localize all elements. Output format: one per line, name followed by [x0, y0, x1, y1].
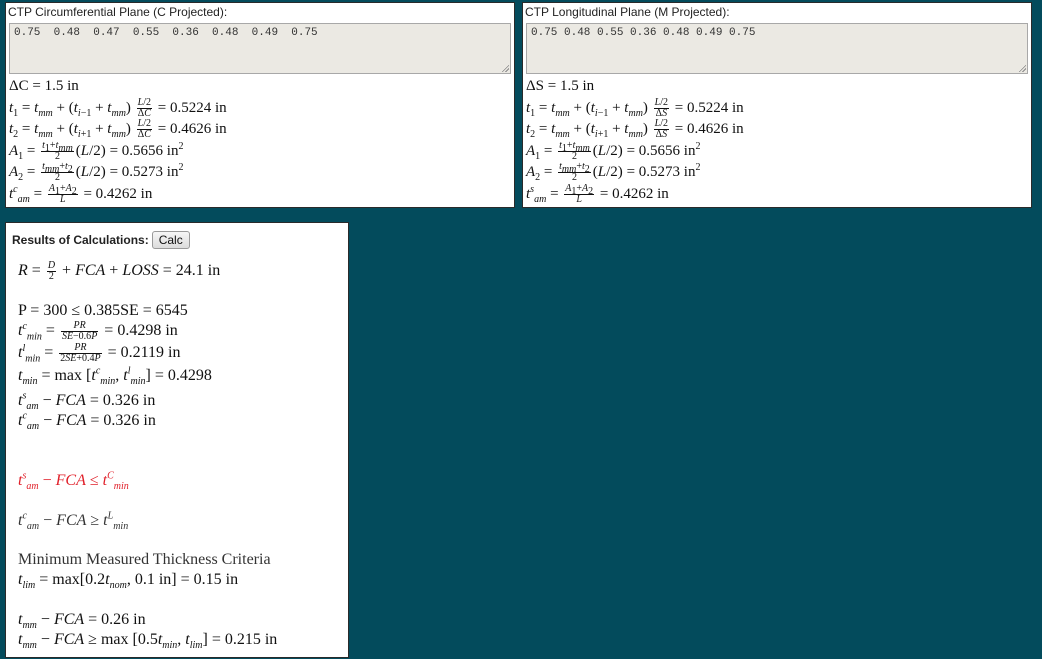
A2-equation: A2 = tmm+t2 2 (L/2) = 0.5273 in2: [9, 161, 184, 184]
tam-value: = 0.4262 in: [83, 185, 153, 202]
t1-value: = 0.5224 in: [674, 99, 744, 116]
P-value: P = 300 ≤ 0.385SE = 6545: [18, 302, 188, 319]
tamc-fca-value: = 0.326 in: [90, 412, 156, 429]
delta-c-text: ΔC = 1.5 in: [9, 78, 79, 94]
t2-value: = 0.4626 in: [157, 121, 227, 137]
tmin-value: = 0.4298: [154, 367, 212, 384]
circumferential-check: tcam − FCA ≥ tLmin: [18, 510, 129, 533]
tmin-c-value: = 0.4298 in: [104, 322, 178, 340]
tamc-fca-equation: tcam − FCA = 0.326 in: [18, 410, 156, 433]
tmin-l-value: = 0.2119 in: [107, 344, 181, 362]
criteria-title: Minimum Measured Thickness Criteria: [18, 551, 271, 568]
circumferential-values-textarea[interactable]: 0.75 0.48 0.47 0.55 0.36 0.48 0.49 0.75: [9, 23, 511, 74]
A2-equation: A2 = tmm+t2 2 (L/2) = 0.5273 in2: [526, 161, 701, 184]
delta-s-text: ΔS = 1.5 in: [526, 78, 595, 94]
tlim-value: = 0.15 in: [180, 571, 239, 588]
tmm-criteria-value: = 0.215 in: [211, 631, 278, 648]
tam-equation: tcam = A1+A2 L = 0.4262 in: [9, 182, 153, 205]
tmm-fca-value: = 0.26 in: [88, 611, 146, 628]
tams-fca-value: = 0.326 in: [89, 392, 156, 409]
delta-s-line: ΔS = 1.5 in: [526, 76, 1028, 98]
resize-grip-icon[interactable]: [501, 64, 509, 72]
t2-equation: t2 = tmm + (ti+1 + tmm) L/2 ΔC = 0.4626 i…: [9, 118, 227, 141]
delta-c-line: ΔC = 1.5 in: [9, 76, 511, 98]
results-heading: Results of Calculations:: [12, 233, 149, 247]
circumferential-label: CTP Circumferential Plane (C Projected):: [8, 5, 228, 19]
circumferential-equations: ΔC = 1.5 in t1 = tmm + (ti−1 + tmm) L/2 Δ…: [6, 74, 514, 205]
P-equation: P = 300 ≤ 0.385SE = 6545: [18, 301, 188, 321]
tmm-criteria-equation: tmm − FCA ≥ max [0.5tmin, tlim] = 0.215 …: [18, 631, 278, 652]
tmin-c-equation: tcmin = PR SE−0.6P = 0.4298 in: [18, 320, 178, 343]
A1-value: = 0.5656 in: [109, 142, 179, 159]
tams-fca-equation: tsam − FCA = 0.326 in: [18, 390, 156, 413]
longitudinal-values: 0.75 0.48 0.55 0.36 0.48 0.49 0.75: [531, 27, 756, 39]
A1-value: = 0.5656 in: [626, 142, 696, 159]
A1-equation: A1 = t1+tmm 2 (L/2) = 0.5656 in2: [9, 139, 184, 162]
tam-value: = 0.4262 in: [599, 185, 669, 202]
A2-value: = 0.5273 in: [626, 164, 696, 180]
t2-value: = 0.4626 in: [674, 121, 744, 137]
tam-equation: tsam = A1+A2 L = 0.4262 in: [526, 182, 669, 205]
tmm-fca-equation: tmm − FCA = 0.26 in: [18, 611, 146, 632]
resize-grip-icon[interactable]: [1018, 64, 1026, 72]
t2-equation: t2 = tmm + (ti+1 + tmm) L/2 ΔS = 0.4626 i…: [526, 118, 744, 141]
tmin-l-equation: tlmin = PR 2SE+0.4P = 0.2119 in: [18, 342, 181, 365]
longitudinal-values-textarea[interactable]: 0.75 0.48 0.55 0.36 0.48 0.49 0.75: [526, 23, 1028, 74]
tmin-equation: tmin = max [tcmin, tlmin] = 0.4298: [18, 365, 212, 388]
longitudinal-equations: ΔS = 1.5 in t1 = tmm + (ti−1 + tmm) L/2 Δ…: [523, 74, 1031, 205]
t1-equation: t1 = tmm + (ti−1 + tmm) L/2 ΔS = 0.5224 i…: [526, 96, 744, 119]
R-equation: R = D2 + FCA + LOSS = 24.1 in: [18, 260, 221, 282]
t1-value: = 0.5224 in: [157, 99, 227, 116]
longitudinal-check-failed: tsam − FCA ≤ tCmin: [18, 470, 129, 493]
A2-value: = 0.5273 in: [109, 164, 179, 180]
results-header: Results of Calculations: Calc: [6, 223, 348, 251]
longitudinal-panel: CTP Longitudinal Plane (M Projected): 0.…: [522, 2, 1032, 208]
results-panel: Results of Calculations: Calc R = D2 + F…: [5, 222, 349, 658]
t1-equation: t1 = tmm + (ti−1 + tmm) L/2 ΔC = 0.5224 i…: [9, 96, 227, 119]
A1-equation: A1 = t1+tmm 2 (L/2) = 0.5656 in2: [526, 139, 701, 162]
tlim-equation: tlim = max[0.2tnom, 0.1 in] = 0.15 in: [18, 571, 239, 592]
circumferential-values: 0.75 0.48 0.47 0.55 0.36 0.48 0.49 0.75: [14, 27, 318, 39]
calc-button[interactable]: Calc: [151, 231, 190, 249]
longitudinal-label: CTP Longitudinal Plane (M Projected):: [525, 5, 730, 19]
circumferential-panel: CTP Circumferential Plane (C Projected):…: [5, 2, 515, 208]
R-value: = 24.1 in: [162, 262, 221, 280]
